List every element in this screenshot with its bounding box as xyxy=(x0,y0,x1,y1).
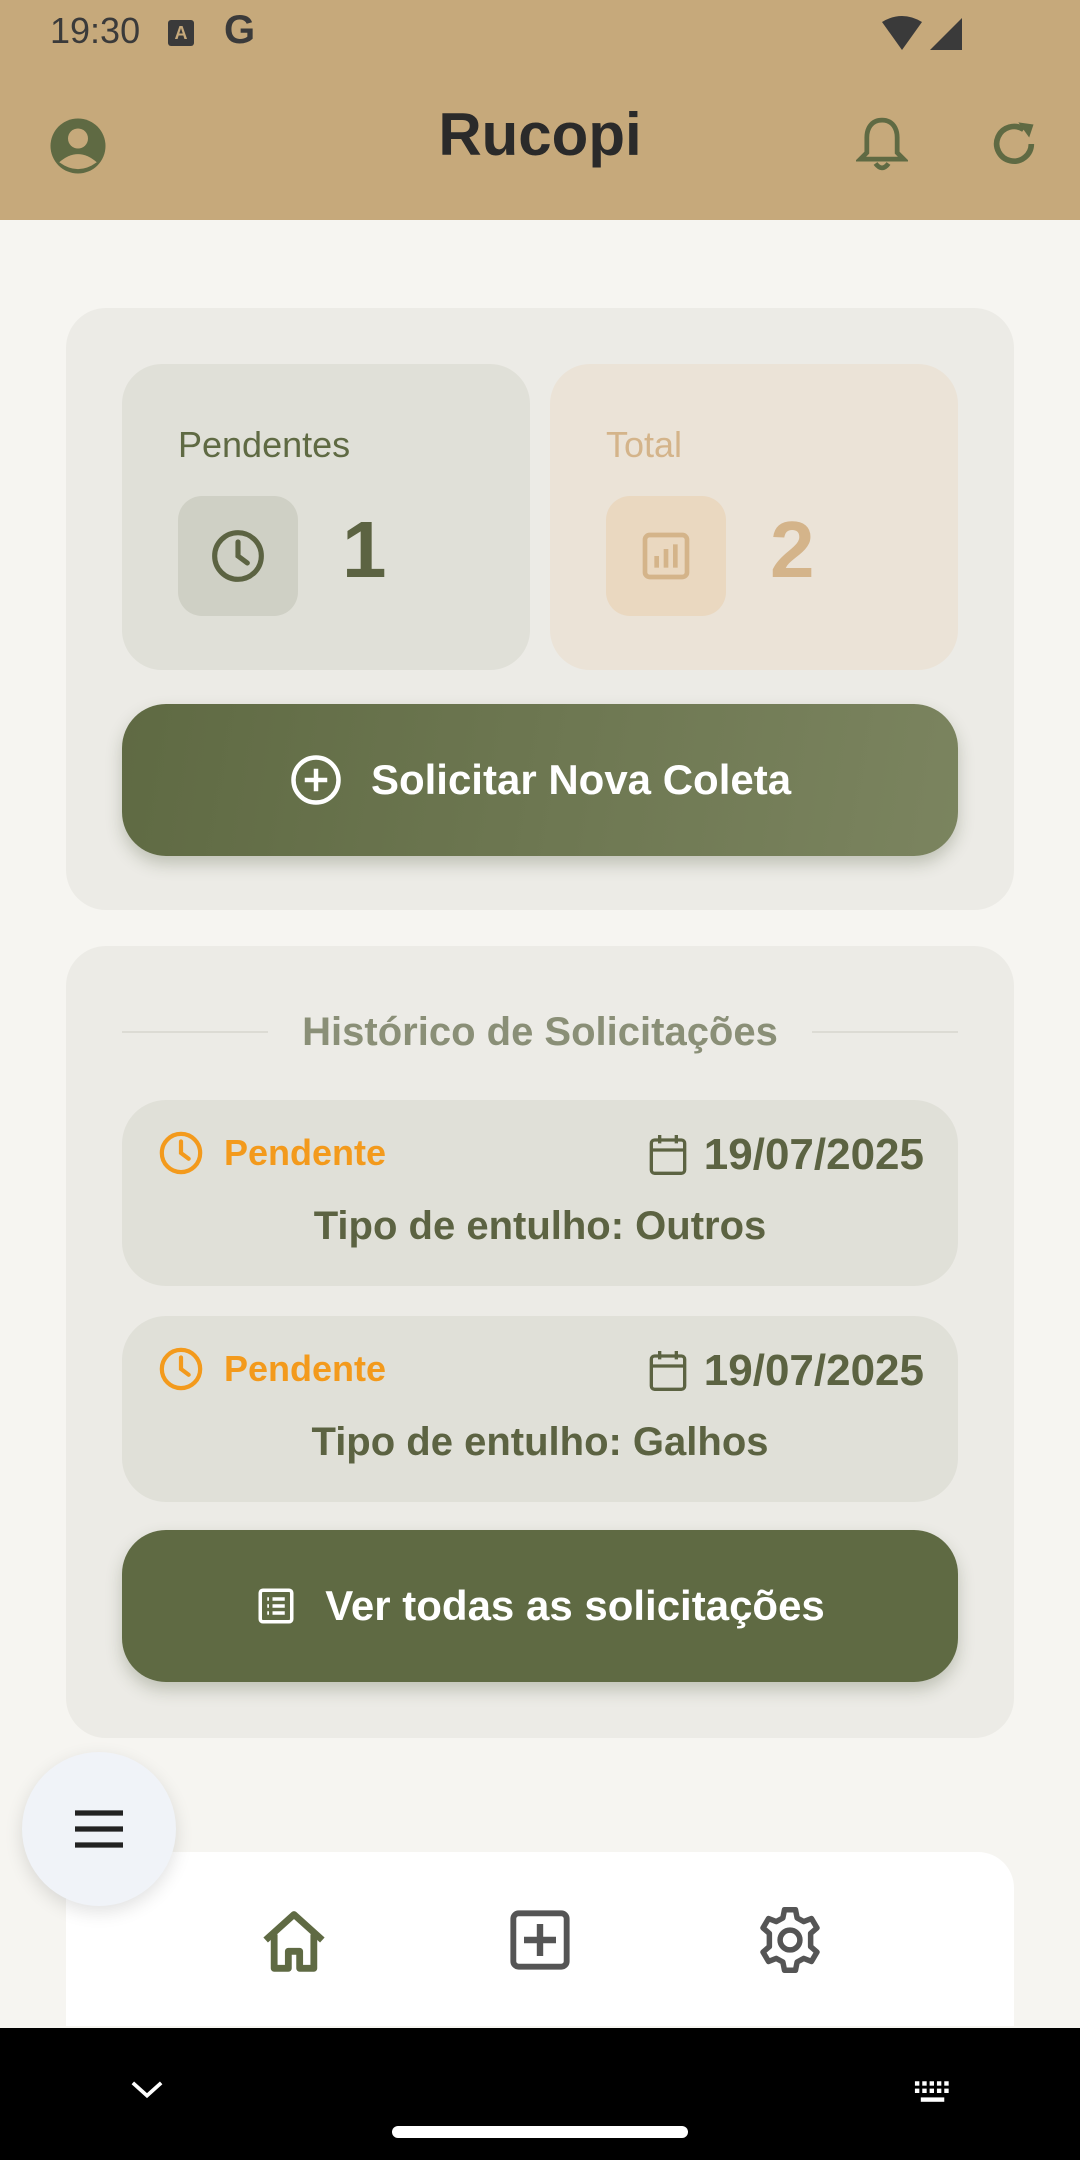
system-navigation-bar xyxy=(0,2028,1080,2160)
history-header: Histórico de Solicitações xyxy=(122,1002,959,1062)
status-text: Pendente xyxy=(224,1348,387,1389)
menu-icon xyxy=(75,1810,123,1848)
total-count: 2 xyxy=(770,505,815,594)
clock-icon xyxy=(159,1347,203,1391)
date: 19/07/2025 xyxy=(648,1130,924,1180)
status-badge: Pendente xyxy=(158,1130,386,1176)
status-badge: Pendente xyxy=(158,1346,386,1392)
total-stat-card[interactable]: Total 2 xyxy=(550,364,958,670)
history-item[interactable]: Pendente 19/07/2025 Tipo de entulho: Gal… xyxy=(122,1316,958,1502)
keyboard-icon[interactable] xyxy=(912,2078,956,2108)
status-time: 19:30 xyxy=(50,10,141,51)
total-label: Total xyxy=(606,424,683,465)
history-title: Histórico de Solicitações xyxy=(302,1009,778,1054)
add-box-icon[interactable] xyxy=(504,1904,576,1976)
app-title: Rucopi xyxy=(438,101,642,168)
request-new-collection-label: Solicitar Nova Coleta xyxy=(370,756,792,803)
chevron-down-icon[interactable] xyxy=(130,2078,164,2102)
debris-type: Tipo de entulho: Galhos xyxy=(311,1420,769,1464)
summary-panel: Pendentes 1 Total 2 Solicitar Nova Colet… xyxy=(66,308,1014,910)
plus-circle-icon xyxy=(291,755,341,805)
app-bar: 19:30 A G Rucopi xyxy=(0,0,1080,220)
status-icons xyxy=(882,14,968,59)
view-all-requests-label: Ver todas as solicitações xyxy=(325,1582,825,1629)
calendar-icon xyxy=(649,1351,687,1391)
status-text: Pendente xyxy=(224,1132,387,1173)
history-item[interactable]: Pendente 19/07/2025 Tipo de entulho: Out… xyxy=(122,1100,958,1286)
pending-label: Pendentes xyxy=(178,424,351,465)
list-icon xyxy=(258,1588,294,1624)
debris-type: Tipo de entulho: Outros xyxy=(313,1204,767,1248)
bottom-navigation xyxy=(66,1852,1014,2026)
settings-icon[interactable] xyxy=(754,1904,826,1976)
pending-stat-card[interactable]: Pendentes 1 xyxy=(122,364,530,670)
view-all-requests-button[interactable]: Ver todas as solicitações xyxy=(122,1530,958,1682)
request-new-collection-button[interactable]: Solicitar Nova Coleta xyxy=(122,704,958,856)
a-notification-icon: A xyxy=(168,20,194,46)
calendar-icon xyxy=(649,1135,687,1175)
home-gesture-bar[interactable] xyxy=(392,2126,688,2138)
date-text: 19/07/2025 xyxy=(703,1346,924,1395)
menu-fab[interactable] xyxy=(22,1752,176,1906)
home-icon[interactable] xyxy=(258,1904,330,1976)
clock-icon xyxy=(178,496,298,616)
date-text: 19/07/2025 xyxy=(703,1130,924,1179)
clock-icon xyxy=(159,1131,203,1175)
divider xyxy=(122,1031,269,1033)
history-panel: Histórico de Solicitações Pendente 19/07… xyxy=(66,946,1014,1738)
google-icon: G xyxy=(224,8,256,52)
chart-icon xyxy=(606,496,726,616)
bell-icon[interactable] xyxy=(852,112,912,176)
wifi-signal-icon xyxy=(882,16,962,50)
date: 19/07/2025 xyxy=(648,1346,924,1396)
pending-count: 1 xyxy=(342,505,387,594)
divider xyxy=(811,1031,959,1033)
refresh-icon[interactable] xyxy=(982,112,1046,176)
